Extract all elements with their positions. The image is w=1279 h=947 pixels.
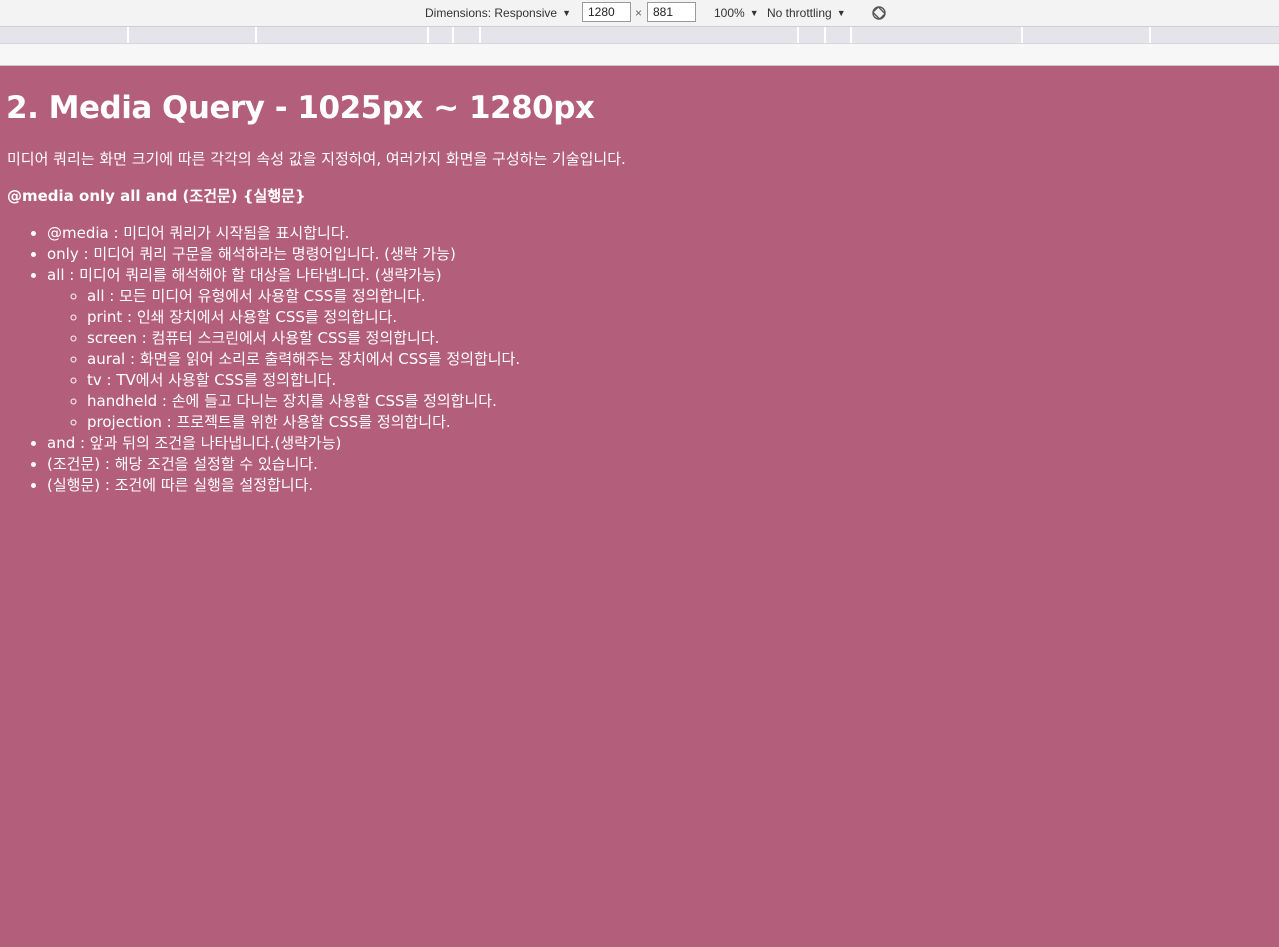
zoom-dropdown[interactable]: 100% ▼ [714, 5, 759, 21]
syntax-line: @media only all and (조건문) {실행문} [7, 187, 306, 205]
chevron-down-icon: ▼ [562, 8, 571, 18]
page-viewport: 2. Media Query - 1025px ~ 1280px 미디어 쿼리는… [0, 66, 1279, 947]
ruler [0, 44, 1279, 66]
list-item: @media : 미디어 쿼리가 시작됨을 표시합니다. [47, 223, 520, 244]
zoom-label: 100% [714, 6, 745, 20]
chevron-down-icon: ▼ [836, 8, 846, 18]
list-item: (조건문) : 해당 조건을 설정할 수 있습니다. [47, 454, 520, 475]
sub-list-item: all : 모든 미디어 유형에서 사용할 CSS를 정의합니다. [87, 286, 520, 307]
list-item: only : 미디어 쿼리 구문을 해석하라는 명령어입니다. (생략 가능) [47, 244, 520, 265]
media-query-bar[interactable] [0, 27, 1279, 44]
list-item: (실행문) : 조건에 따른 실행을 설정합니다. [47, 475, 520, 496]
media-type-list: all : 모든 미디어 유형에서 사용할 CSS를 정의합니다. print … [47, 286, 520, 433]
width-input[interactable] [582, 2, 631, 22]
list-item: and : 앞과 뒤의 조건을 나타냅니다.(생략가능) [47, 433, 520, 454]
throttling-dropdown[interactable]: No throttling ▼ [767, 5, 846, 21]
sub-list-item: tv : TV에서 사용할 CSS를 정의합니다. [87, 370, 520, 391]
sub-list-item: handheld : 손에 들고 다니는 장치를 사용할 CSS를 정의합니다. [87, 391, 520, 412]
dimensions-label: Dimensions: Responsive [425, 6, 558, 20]
rotate-icon[interactable] [870, 4, 888, 22]
sub-list-item: print : 인쇄 장치에서 사용할 CSS를 정의합니다. [87, 307, 520, 328]
devtools-device-toolbar: Dimensions: Responsive ▼ × 100% ▼ No throt… [0, 0, 1279, 27]
times-icon: × [635, 6, 643, 20]
throttling-label: No throttling [767, 6, 832, 20]
sub-list-item: screen : 컴퓨터 스크린에서 사용할 CSS를 정의합니다. [87, 328, 520, 349]
sub-list-item: projection : 프로젝트를 위한 사용할 CSS를 정의합니다. [87, 412, 520, 433]
height-input[interactable] [647, 2, 696, 22]
chevron-down-icon: ▼ [749, 8, 759, 18]
list-item-label: all : 미디어 쿼리를 해석해야 할 대상을 나타냅니다. (생략가능) [47, 266, 442, 284]
page-title: 2. Media Query - 1025px ~ 1280px [6, 90, 595, 126]
definition-list: @media : 미디어 쿼리가 시작됨을 표시합니다. only : 미디어 … [7, 223, 520, 496]
dimensions-dropdown[interactable]: Dimensions: Responsive ▼ [425, 5, 571, 21]
sub-list-item: aural : 화면을 읽어 소리로 출력해주는 장치에서 CSS를 정의합니다… [87, 349, 520, 370]
page-description: 미디어 쿼리는 화면 크기에 따른 각각의 속성 값을 지정하여, 여러가지 화… [7, 150, 626, 168]
list-item: all : 미디어 쿼리를 해석해야 할 대상을 나타냅니다. (생략가능) a… [47, 265, 520, 433]
